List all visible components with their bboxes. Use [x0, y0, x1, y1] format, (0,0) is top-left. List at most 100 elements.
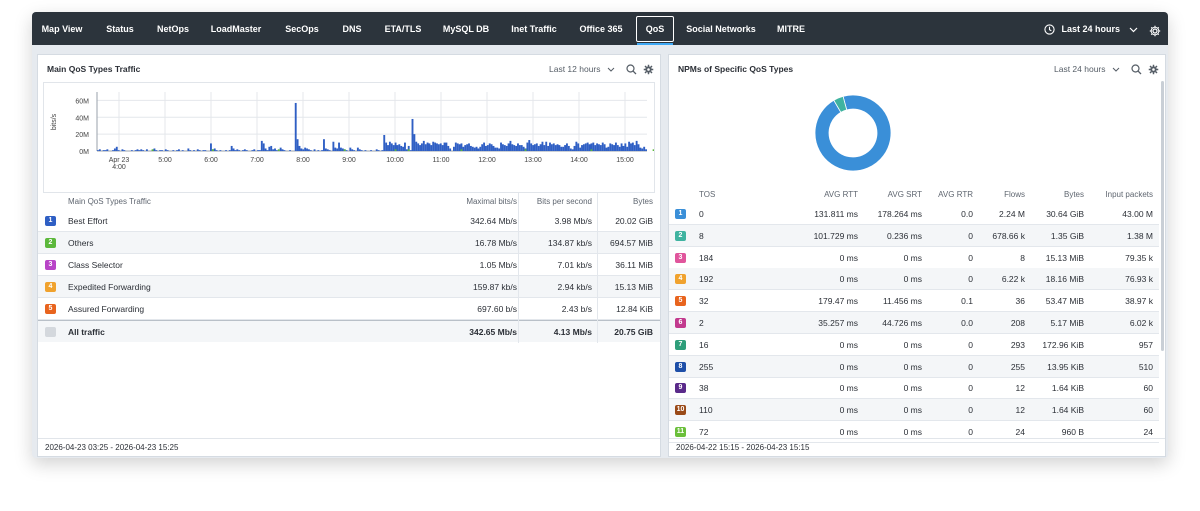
- chart-bar: [430, 145, 433, 151]
- chart-bar: [394, 149, 397, 151]
- chart-bar: [543, 145, 546, 151]
- column-header-avg-srt[interactable]: AVG SRT: [859, 190, 922, 199]
- cell-tos: 32: [699, 296, 709, 307]
- x-tick-label: 10:00: [386, 157, 404, 164]
- chart-bar: [392, 145, 395, 151]
- chart-bar: [242, 150, 244, 151]
- search-icon[interactable]: [1131, 62, 1142, 80]
- cell-pkts: 60: [1143, 405, 1153, 416]
- column-header-type[interactable]: Main QoS Types Traffic: [68, 197, 151, 206]
- chart-bar: [225, 150, 227, 151]
- chart-bar: [441, 145, 444, 151]
- tab-qos[interactable]: QoS: [636, 16, 674, 45]
- max-bps-value: 16.78 Mb/s: [474, 238, 517, 248]
- chart-bar: [98, 149, 101, 151]
- gear-icon[interactable]: [643, 62, 654, 80]
- table-row[interactable]: 3 Class Selector 1.05 Mb/s 7.01 kb/s 36.11 M…: [38, 254, 660, 276]
- tab-secops[interactable]: SecOps: [278, 16, 326, 42]
- chart-bar: [234, 150, 237, 151]
- tab-map-view[interactable]: Map View: [34, 16, 90, 42]
- tab-eta-tls[interactable]: ETA/TLS: [378, 16, 428, 42]
- chart-bar: [270, 145, 273, 151]
- gear-icon[interactable]: [1148, 62, 1159, 80]
- tab-mysql-db[interactable]: MySQL DB: [438, 16, 494, 42]
- chart-bar: [343, 149, 346, 151]
- chart-bar: [569, 148, 572, 151]
- table-row[interactable]: 5 32 179.47 ms 11.456 ms 0.1 36 53.47 MiB 38.97…: [669, 290, 1159, 313]
- column-header-bytes[interactable]: Bytes: [598, 197, 653, 206]
- chart-bar: [486, 145, 489, 151]
- tab-inet-traffic[interactable]: Inet Traffic: [504, 16, 564, 42]
- table-row[interactable]: 1 Best Effort 342.64 Mb/s 3.98 Mb/s 20.02 Gi…: [38, 210, 660, 232]
- table-row[interactable]: 9 38 0 ms 0 ms 0 12 1.64 KiB 60: [669, 377, 1159, 400]
- tab-mitre[interactable]: MITRE: [770, 16, 812, 42]
- table-row[interactable]: 1 0 131.811 ms 178.264 ms 0.0 2.24 M 30.64 GiB…: [669, 203, 1159, 225]
- x-tick-label: 15:00: [616, 157, 634, 164]
- tab-office-365[interactable]: Office 365: [574, 16, 628, 42]
- chart-bar: [145, 149, 148, 151]
- bytes-value: 20.75 GiB: [614, 327, 653, 337]
- chart-bar: [268, 146, 271, 151]
- chart-bar: [251, 150, 254, 151]
- column-header-avg-rtt[interactable]: AVG RTT: [799, 190, 858, 199]
- table-row[interactable]: 4 192 0 ms 0 ms 0 6.22 k 18.16 MiB 76.93 k: [669, 268, 1159, 291]
- panel-time-range-select[interactable]: Last 12 hours: [549, 64, 615, 74]
- cell-tos: 0: [699, 209, 704, 219]
- donut-slice[interactable]: [814, 94, 892, 172]
- chart-bar: [323, 139, 325, 151]
- tab-status[interactable]: Status: [98, 16, 142, 42]
- gear-icon[interactable]: [1149, 22, 1161, 40]
- chart-bar: [483, 142, 486, 151]
- table-row[interactable]: 5 Assured Forwarding 697.60 b/s 2.43 b/s 12.…: [38, 298, 660, 320]
- tab-netops[interactable]: NetOps: [150, 16, 196, 42]
- chart-bar: [349, 147, 352, 151]
- bps-value: 2.94 kb/s: [557, 282, 593, 292]
- chart-bar: [494, 147, 497, 151]
- table-row[interactable]: 3 184 0 ms 0 ms 0 8 15.13 MiB 79.35 k: [669, 247, 1159, 269]
- table-row[interactable]: 8 255 0 ms 0 ms 0 255 13.95 KiB 510: [669, 355, 1159, 378]
- search-icon[interactable]: [626, 62, 637, 80]
- panel-time-range-select[interactable]: Last 24 hours: [1054, 64, 1120, 74]
- table-row[interactable]: 10 110 0 ms 0 ms 0 12 1.64 KiB 60: [669, 399, 1159, 422]
- cell-bytes: 1.64 KiB: [1051, 405, 1084, 416]
- panel-title: NPMs of Specific QoS Types: [678, 64, 794, 74]
- chart-bar: [575, 141, 578, 151]
- chart-bar: [490, 144, 493, 151]
- chart-bar: [462, 146, 465, 151]
- column-header-avg-rtr[interactable]: AVG RTR: [924, 190, 973, 199]
- column-header-flows[interactable]: Flows: [974, 190, 1025, 199]
- cell-rtt: 0 ms: [839, 274, 858, 285]
- table-row[interactable]: 2 8 101.729 ms 0.236 ms 0 678.66 k 1.35 GiB 1.3…: [669, 224, 1159, 247]
- cell-srt: 11.456 ms: [882, 296, 922, 307]
- chart-bar: [500, 142, 502, 151]
- cell-rtt: 131.811 ms: [814, 209, 858, 219]
- top-navigation-bar: Map View Status NetOps LoadMaster SecOps…: [32, 12, 1168, 45]
- column-divider: [518, 193, 519, 343]
- tab-social-networks[interactable]: Social Networks: [684, 16, 758, 42]
- chart-bar: [193, 150, 195, 151]
- chart-bar: [507, 143, 510, 151]
- table-row[interactable]: 4 Expedited Forwarding 159.87 kb/s 2.94 kb/…: [38, 276, 660, 298]
- chart-bar: [155, 150, 158, 151]
- column-header-max-bps[interactable]: Maximal bits/s: [438, 197, 517, 206]
- table-total-row[interactable]: All traffic 342.65 Mb/s 4.13 Mb/s 20.75 GiB: [38, 320, 660, 342]
- column-header-bps[interactable]: Bits per second: [518, 197, 592, 206]
- chart-bar: [345, 150, 348, 151]
- table-row[interactable]: 6 2 35.257 ms 44.726 ms 0.0 208 5.17 MiB 6.02 k: [669, 312, 1159, 334]
- tab-loadmaster[interactable]: LoadMaster: [204, 16, 268, 42]
- table-scrollbar[interactable]: [1161, 81, 1164, 351]
- chart-bar: [189, 150, 192, 151]
- cell-tos: 8: [699, 230, 704, 241]
- cell-srt: 0.236 ms: [887, 230, 922, 241]
- column-header-bytes[interactable]: Bytes: [1026, 190, 1084, 199]
- global-time-range-select[interactable]: Last 24 hours: [1044, 16, 1138, 42]
- chart-bar: [562, 146, 565, 151]
- table-row[interactable]: 2 Others 16.78 Mb/s 134.87 kb/s 694.57 MiB: [38, 232, 660, 254]
- tab-dns[interactable]: DNS: [336, 16, 368, 42]
- max-bps-value: 697.60 b/s: [477, 304, 517, 314]
- chart-bar: [511, 144, 514, 151]
- column-header-input-packets[interactable]: Input packets: [1085, 190, 1153, 199]
- column-header-tos[interactable]: TOS: [699, 190, 715, 199]
- table-row[interactable]: 7 16 0 ms 0 ms 0 293 172.96 KiB 957: [669, 334, 1159, 356]
- x-tick-label: 13:00: [524, 157, 542, 164]
